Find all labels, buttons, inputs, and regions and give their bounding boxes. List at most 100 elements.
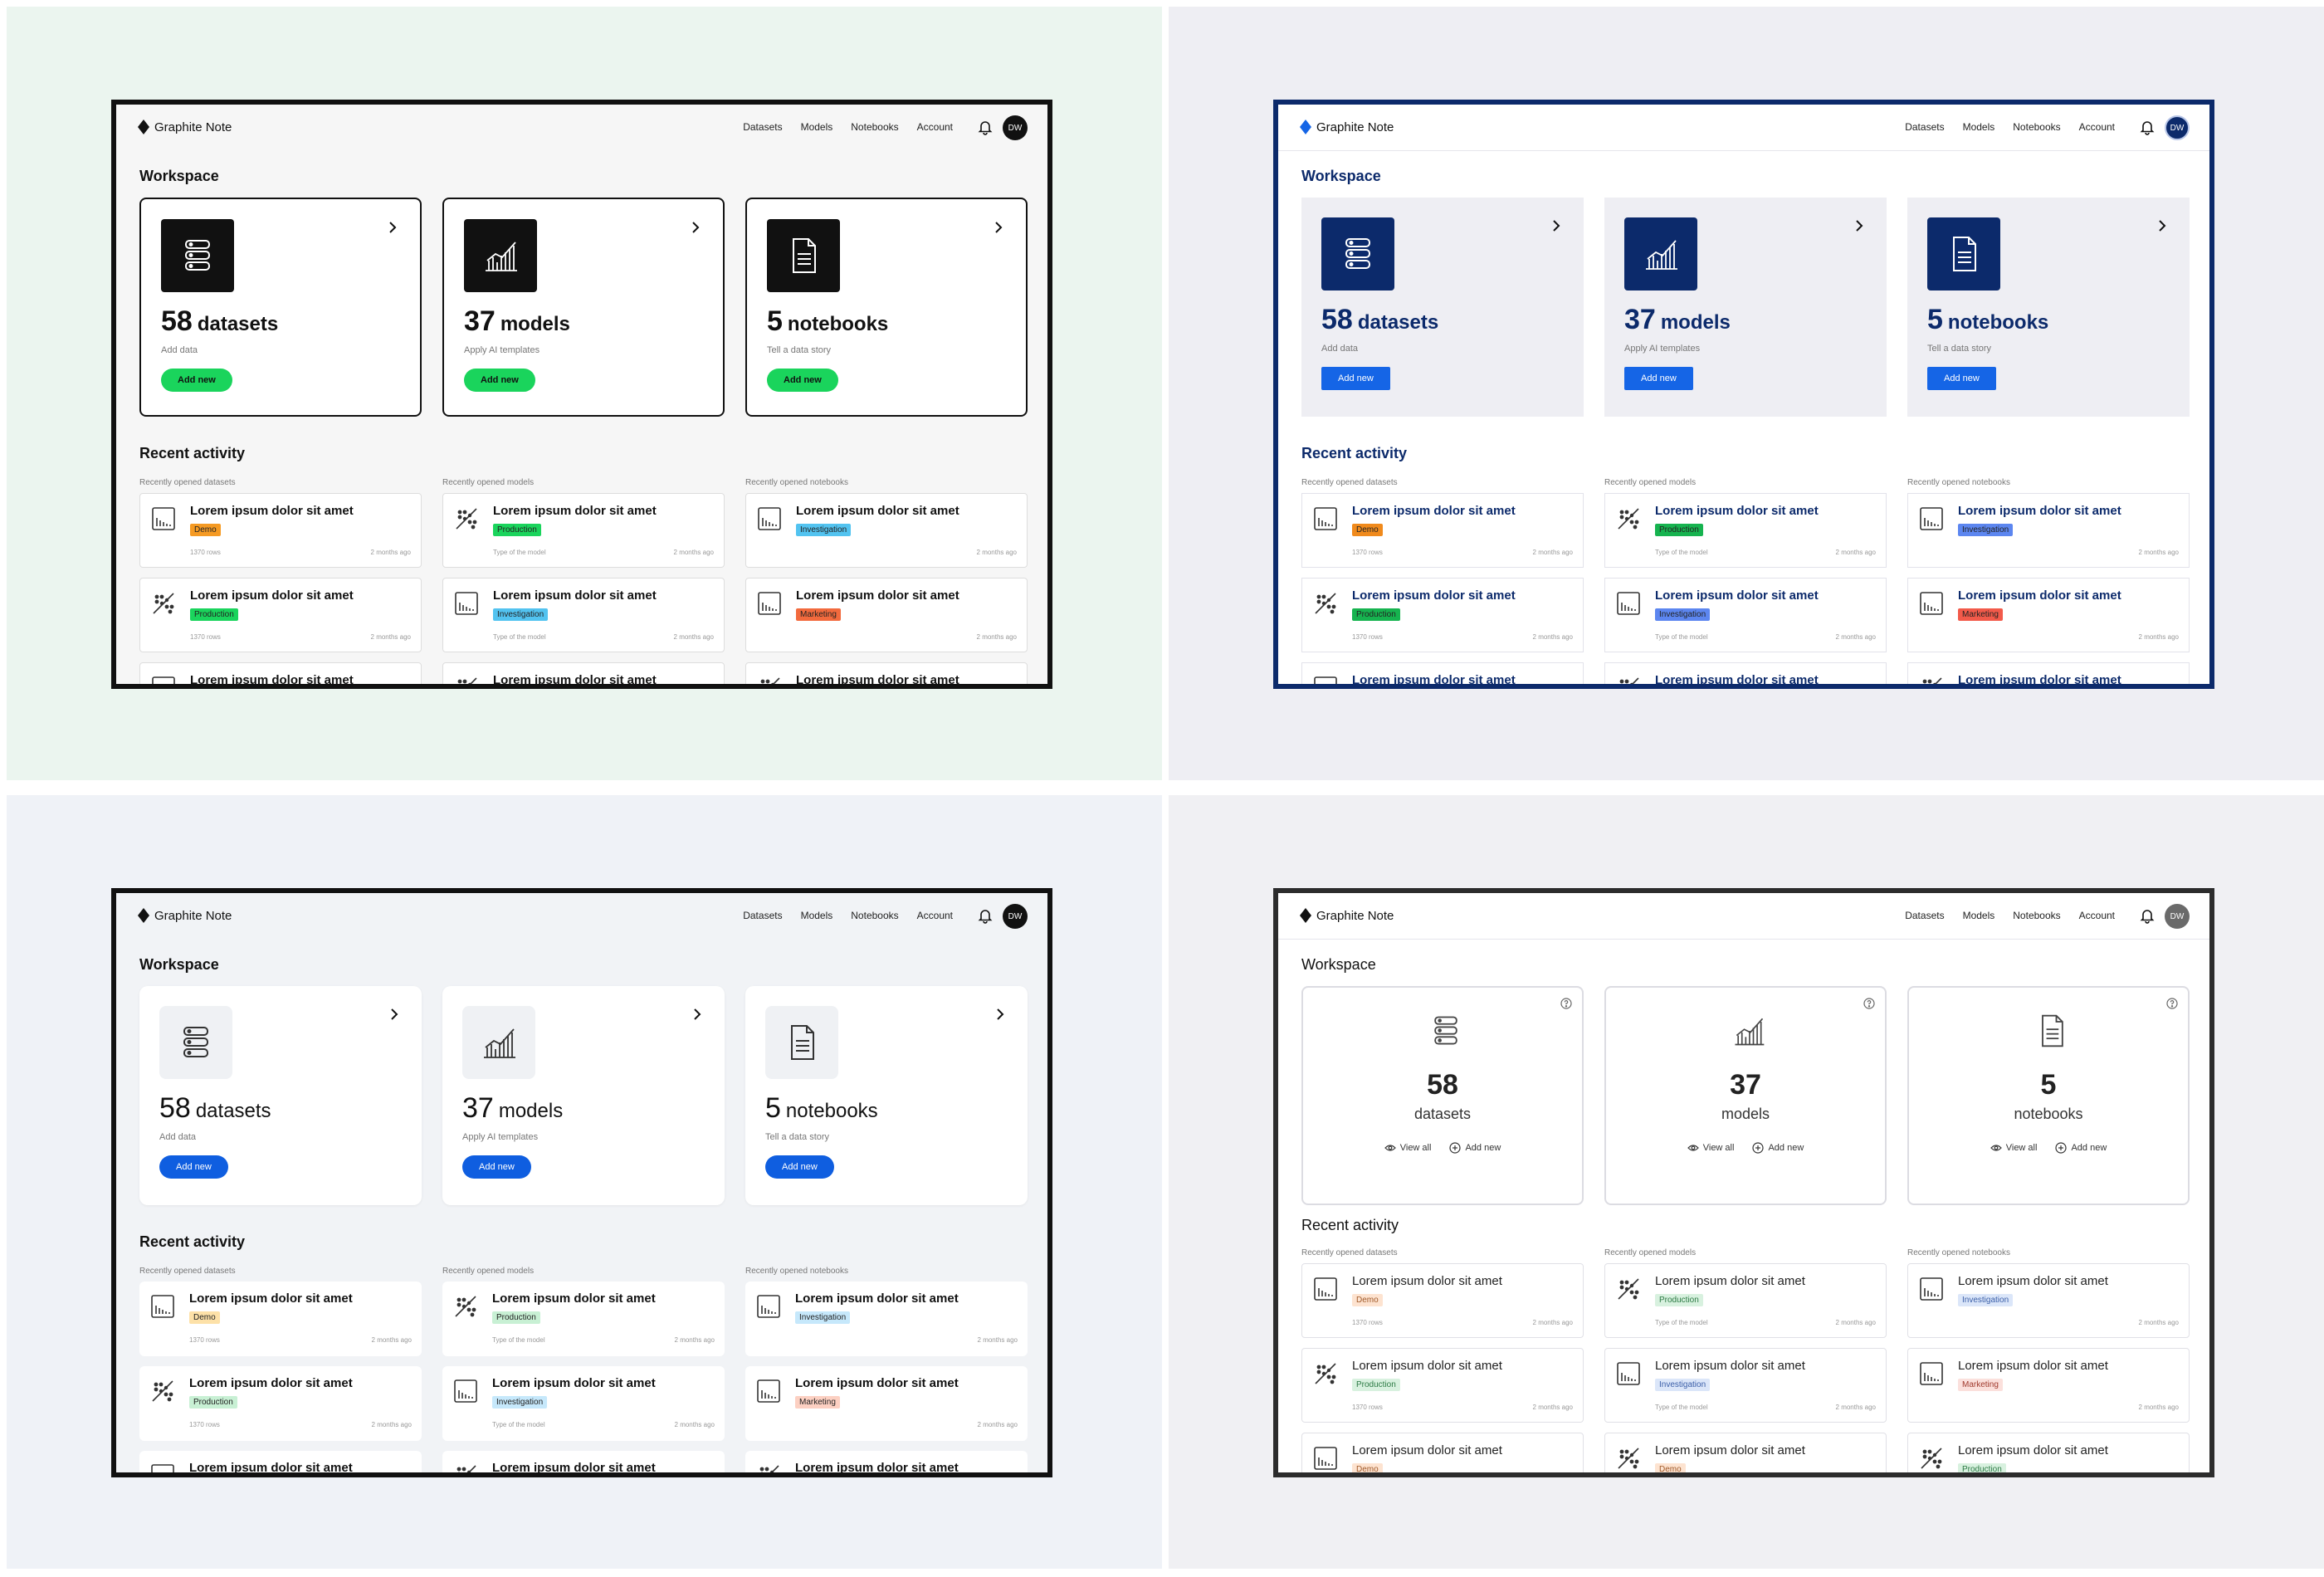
user-avatar[interactable]: DW xyxy=(1003,904,1028,929)
nav-link-models[interactable]: Models xyxy=(1963,121,1995,133)
list-item[interactable]: Lorem ipsum dolor sit amet xyxy=(745,662,1028,684)
chevron-right-icon[interactable] xyxy=(691,1006,703,1023)
nav-link-notebooks[interactable]: Notebooks xyxy=(851,910,898,921)
user-avatar[interactable]: DW xyxy=(2165,904,2190,929)
view-all-link[interactable]: View all xyxy=(1990,1142,2037,1154)
workspace-card-notebooks[interactable]: 5 notebooks Tell a data story Add new xyxy=(1907,198,2190,417)
add-new-button[interactable]: Add new xyxy=(161,369,232,392)
list-item[interactable]: Lorem ipsum dolor sit amet Demo 1370 row… xyxy=(139,1282,422,1356)
list-item[interactable]: Lorem ipsum dolor sit amet xyxy=(442,1451,725,1472)
list-item[interactable]: Lorem ipsum dolor sit amet Production Ty… xyxy=(442,493,725,568)
list-item[interactable]: Lorem ipsum dolor sit amet Investigation… xyxy=(745,1282,1028,1356)
bell-icon[interactable] xyxy=(978,119,993,135)
help-icon[interactable] xyxy=(2166,998,2178,1009)
chevron-right-icon[interactable] xyxy=(388,1006,400,1023)
chevron-right-icon[interactable] xyxy=(2156,217,2168,234)
chevron-right-icon[interactable] xyxy=(387,219,398,236)
chevron-right-icon[interactable] xyxy=(1550,217,1562,234)
list-item[interactable]: Lorem ipsum dolor sit amet xyxy=(745,1451,1028,1472)
add-new-button[interactable]: Add new xyxy=(767,369,838,392)
nav-link-account[interactable]: Account xyxy=(2079,910,2115,921)
workspace-card-datasets[interactable]: 58 datasets Add data Add new xyxy=(1301,198,1584,417)
list-item[interactable]: Lorem ipsum dolor sit amet xyxy=(139,662,422,684)
list-item[interactable]: Lorem ipsum dolor sit amet Production 13… xyxy=(1301,1348,1584,1423)
nav-link-notebooks[interactable]: Notebooks xyxy=(2013,121,2060,133)
workspace-card-models[interactable]: 37 models Apply AI templates Add new xyxy=(1604,198,1887,417)
chevron-right-icon[interactable] xyxy=(993,219,1004,236)
list-item[interactable]: Lorem ipsum dolor sit amet Investigation… xyxy=(1604,1348,1887,1423)
list-item[interactable]: Lorem ipsum dolor sit amet Investigation… xyxy=(1604,578,1887,652)
list-item[interactable]: Lorem ipsum dolor sit amet Investigation… xyxy=(1907,1263,2190,1338)
list-item[interactable]: Lorem ipsum dolor sit amet Demo 1370 row… xyxy=(1301,1263,1584,1338)
list-item[interactable]: Lorem ipsum dolor sit amet xyxy=(1907,662,2190,684)
list-item[interactable]: Lorem ipsum dolor sit amet Demo 1370 row… xyxy=(1301,493,1584,568)
workspace-card-notebooks[interactable]: 5 notebooks Tell a data story Add new xyxy=(745,986,1028,1205)
list-item[interactable]: Lorem ipsum dolor sit amet xyxy=(442,662,725,684)
list-item[interactable]: Lorem ipsum dolor sit amet Demo 1370 row… xyxy=(139,493,422,568)
list-item[interactable]: Lorem ipsum dolor sit amet xyxy=(1604,662,1887,684)
list-item[interactable]: Lorem ipsum dolor sit amet Production 13… xyxy=(139,1366,422,1441)
list-item[interactable]: Lorem ipsum dolor sit amet Marketing 2 m… xyxy=(1907,1348,2190,1423)
list-item[interactable]: Lorem ipsum dolor sit amet Production 13… xyxy=(139,578,422,652)
list-item[interactable]: Lorem ipsum dolor sit amet Investigation… xyxy=(442,578,725,652)
logo[interactable]: Graphite Note xyxy=(1300,120,1394,134)
list-item[interactable]: Lorem ipsum dolor sit amet Production xyxy=(1907,1433,2190,1472)
workspace-card-models[interactable]: 37 models Apply AI templates Add new xyxy=(442,198,725,417)
add-new-link[interactable]: Add new xyxy=(1449,1142,1501,1154)
logo[interactable]: Graphite Note xyxy=(138,120,232,134)
help-icon[interactable] xyxy=(1863,998,1875,1009)
nav-link-datasets[interactable]: Datasets xyxy=(743,121,782,133)
workspace-card-notebooks[interactable]: 5 notebooks Tell a data story Add new xyxy=(745,198,1028,417)
bell-icon[interactable] xyxy=(2140,907,2155,924)
nav-link-account[interactable]: Account xyxy=(2079,121,2115,133)
nav-link-notebooks[interactable]: Notebooks xyxy=(2013,910,2060,921)
list-item[interactable]: Lorem ipsum dolor sit amet Investigation… xyxy=(1907,493,2190,568)
help-icon[interactable] xyxy=(1560,998,1572,1009)
nav-link-datasets[interactable]: Datasets xyxy=(1905,910,1944,921)
add-new-button[interactable]: Add new xyxy=(464,369,535,392)
view-all-link[interactable]: View all xyxy=(1687,1142,1734,1154)
workspace-card-datasets[interactable]: 58 datasets View all Add new xyxy=(1301,986,1584,1205)
workspace-card-notebooks[interactable]: 5 notebooks View all Add new xyxy=(1907,986,2190,1205)
add-new-button[interactable]: Add new xyxy=(1321,367,1390,390)
logo[interactable]: Graphite Note xyxy=(1300,908,1394,923)
add-new-button[interactable]: Add new xyxy=(1624,367,1693,390)
chevron-right-icon[interactable] xyxy=(994,1006,1006,1023)
list-item[interactable]: Lorem ipsum dolor sit amet Marketing 2 m… xyxy=(745,578,1028,652)
nav-link-datasets[interactable]: Datasets xyxy=(743,910,782,921)
view-all-link[interactable]: View all xyxy=(1384,1142,1431,1154)
add-new-button[interactable]: Add new xyxy=(765,1155,834,1179)
add-new-link[interactable]: Add new xyxy=(1752,1142,1804,1154)
list-item[interactable]: Lorem ipsum dolor sit amet Investigation… xyxy=(442,1366,725,1441)
chevron-right-icon[interactable] xyxy=(1853,217,1865,234)
nav-link-models[interactable]: Models xyxy=(801,910,833,921)
nav-link-account[interactable]: Account xyxy=(917,910,953,921)
nav-link-datasets[interactable]: Datasets xyxy=(1905,121,1944,133)
nav-link-account[interactable]: Account xyxy=(917,121,953,133)
add-new-button[interactable]: Add new xyxy=(462,1155,531,1179)
workspace-card-datasets[interactable]: 58 datasets Add data Add new xyxy=(139,198,422,417)
list-item[interactable]: Lorem ipsum dolor sit amet Production Ty… xyxy=(442,1282,725,1356)
workspace-card-models[interactable]: 37 models View all Add new xyxy=(1604,986,1887,1205)
list-item[interactable]: Lorem ipsum dolor sit amet Production 13… xyxy=(1301,578,1584,652)
nav-link-models[interactable]: Models xyxy=(801,121,833,133)
chevron-right-icon[interactable] xyxy=(690,219,701,236)
user-avatar[interactable]: DW xyxy=(2165,115,2190,140)
workspace-card-datasets[interactable]: 58 datasets Add data Add new xyxy=(139,986,422,1205)
logo[interactable]: Graphite Note xyxy=(138,908,232,923)
list-item[interactable]: Lorem ipsum dolor sit amet Production Ty… xyxy=(1604,493,1887,568)
add-new-button[interactable]: Add new xyxy=(1927,367,1996,390)
list-item[interactable]: Lorem ipsum dolor sit amet Demo xyxy=(1301,1433,1584,1472)
list-item[interactable]: Lorem ipsum dolor sit amet Investigation… xyxy=(745,493,1028,568)
list-item[interactable]: Lorem ipsum dolor sit amet Marketing 2 m… xyxy=(745,1366,1028,1441)
bell-icon[interactable] xyxy=(978,907,993,924)
bell-icon[interactable] xyxy=(2140,119,2155,135)
list-item[interactable]: Lorem ipsum dolor sit amet Production Ty… xyxy=(1604,1263,1887,1338)
list-item[interactable]: Lorem ipsum dolor sit amet xyxy=(1301,662,1584,684)
list-item[interactable]: Lorem ipsum dolor sit amet xyxy=(139,1451,422,1472)
list-item[interactable]: Lorem ipsum dolor sit amet Demo xyxy=(1604,1433,1887,1472)
add-new-link[interactable]: Add new xyxy=(2055,1142,2107,1154)
workspace-card-models[interactable]: 37 models Apply AI templates Add new xyxy=(442,986,725,1205)
user-avatar[interactable]: DW xyxy=(1003,115,1028,140)
nav-link-notebooks[interactable]: Notebooks xyxy=(851,121,898,133)
